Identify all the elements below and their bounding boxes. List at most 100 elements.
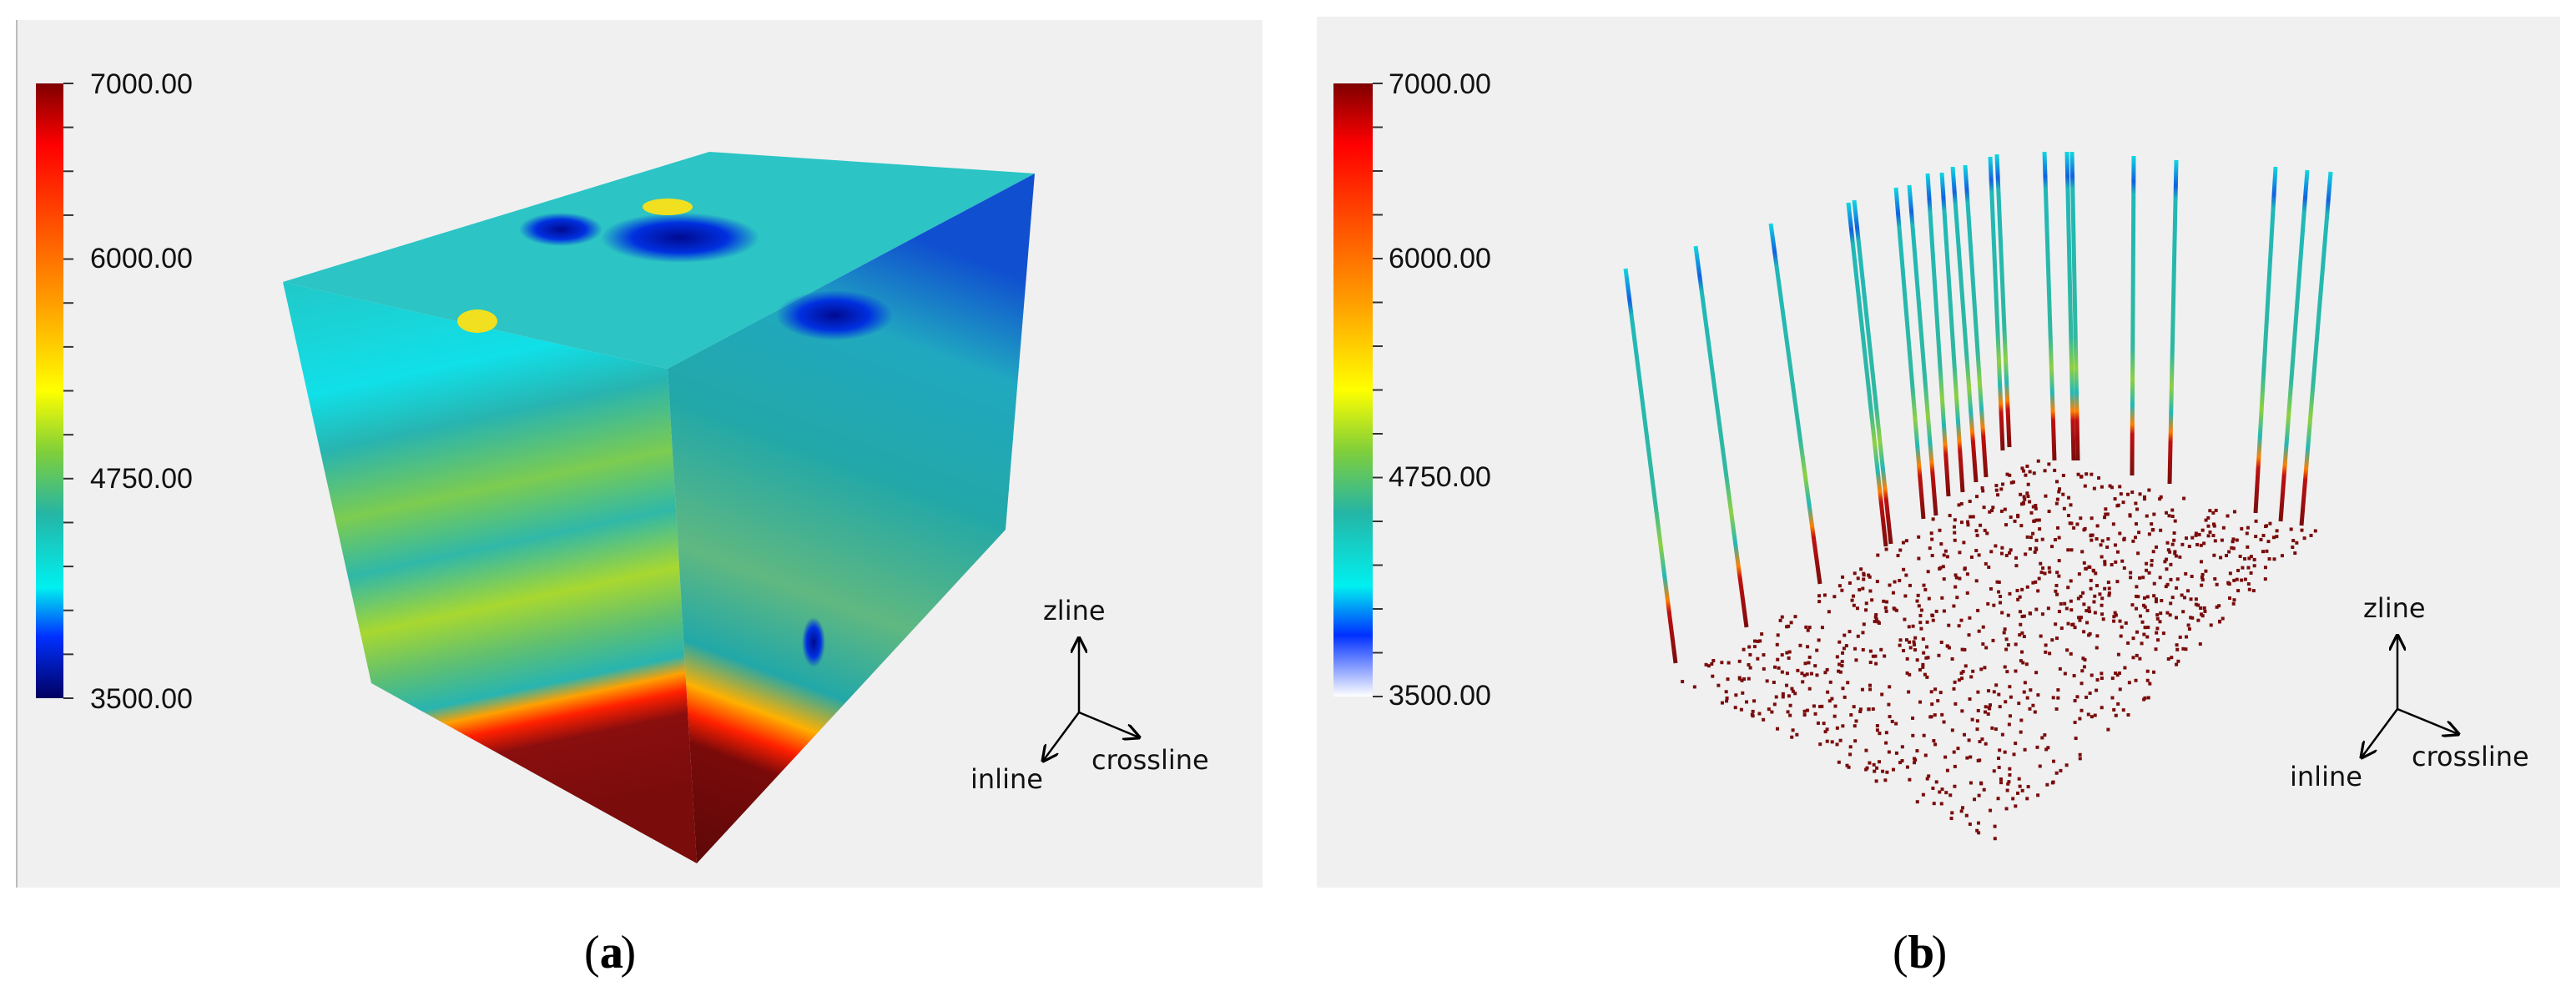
- sample-point: [1898, 643, 1902, 647]
- sample-point: [2025, 797, 2029, 801]
- sample-point: [1984, 705, 1988, 709]
- sample-point: [2066, 621, 2070, 626]
- sample-point: [1915, 658, 1919, 662]
- sample-point: [2155, 616, 2160, 621]
- sample-point: [2022, 635, 2026, 639]
- sample-point: [2090, 533, 2094, 537]
- sample-point: [2026, 495, 2030, 499]
- sample-point: [2086, 712, 2090, 717]
- sample-point: [1750, 712, 1754, 717]
- sample-point: [1931, 786, 1935, 790]
- sample-point: [1780, 670, 1784, 674]
- sample-point: [1868, 649, 1873, 653]
- sample-point: [1919, 626, 1923, 631]
- sample-point: [1874, 612, 1878, 616]
- sample-point: [2100, 706, 2104, 710]
- sample-point: [2105, 512, 2110, 516]
- sample-point: [2158, 497, 2162, 501]
- sample-point: [1913, 636, 1918, 640]
- sample-point: [2064, 763, 2069, 767]
- sample-point: [2079, 475, 2084, 479]
- sample-point: [2170, 508, 2175, 512]
- sample-point: [1985, 531, 1989, 536]
- sample-point: [2056, 526, 2060, 530]
- sample-point: [2039, 634, 2043, 638]
- sample-point: [1832, 595, 1837, 599]
- sample-point: [1858, 588, 1862, 592]
- sample-point: [1891, 767, 1895, 772]
- sample-point: [2072, 674, 2076, 678]
- sample-point: [2069, 521, 2074, 526]
- sample-point: [1975, 719, 1979, 723]
- sample-point: [2082, 528, 2086, 532]
- sample-point: [2028, 611, 2032, 616]
- sample-point: [1999, 551, 2004, 556]
- sample-point: [2206, 524, 2211, 528]
- sample-point: [1921, 792, 1925, 797]
- sample-point: [1854, 658, 1858, 662]
- sample-point: [2249, 555, 2253, 559]
- sample-point: [2246, 566, 2251, 570]
- sample-point: [1884, 609, 1888, 613]
- sample-point: [1752, 645, 1757, 649]
- sample-point: [1922, 733, 1926, 737]
- sample-point: [1777, 666, 1781, 670]
- sample-point: [2115, 580, 2120, 584]
- sample-point: [2051, 696, 2055, 700]
- sample-point: [1939, 802, 1943, 806]
- sample-point: [2112, 615, 2116, 619]
- sample-point: [2199, 606, 2203, 610]
- sample-point: [2022, 469, 2026, 473]
- sample-point: [2145, 608, 2150, 612]
- sample-point: [2134, 678, 2138, 682]
- sample-point: [2129, 571, 2133, 575]
- sample-point: [2100, 539, 2105, 543]
- sample-point: [2069, 548, 2074, 552]
- sample-point: [1952, 750, 1956, 754]
- sample-point: [2079, 516, 2083, 521]
- sample-point: [2014, 742, 2018, 746]
- sample-point: [1710, 661, 1714, 666]
- sample-point: [1751, 709, 1755, 713]
- sample-point: [2031, 703, 2035, 707]
- sample-point: [2186, 589, 2190, 593]
- sample-point: [1908, 583, 1912, 587]
- sample-point: [2116, 503, 2120, 507]
- sample-point: [1870, 598, 1874, 602]
- sample-point: [2212, 524, 2216, 528]
- sample-point: [2017, 777, 2021, 781]
- sample-point: [2238, 554, 2242, 558]
- sample-point: [1827, 699, 1832, 703]
- sample-point: [2107, 593, 2111, 597]
- sample-point: [2073, 721, 2077, 725]
- sample-point: [1806, 645, 1810, 649]
- sample-point: [2032, 519, 2036, 523]
- sample-point: [1911, 733, 1915, 737]
- sample-point: [2107, 586, 2111, 591]
- sample-point: [2004, 647, 2009, 651]
- sample-point: [2093, 594, 2097, 598]
- sample-point: [1997, 692, 2001, 697]
- sample-point: [2055, 497, 2059, 501]
- sample-point: [1882, 599, 1886, 603]
- sample-point: [1905, 656, 1909, 661]
- sample-point: [2078, 757, 2082, 761]
- sample-point: [2135, 594, 2139, 598]
- sample-point: [1999, 595, 2003, 599]
- caption-a-letter: a: [600, 927, 623, 978]
- sample-point: [2152, 670, 2156, 674]
- sample-point: [1812, 704, 1816, 708]
- sample-point: [2100, 612, 2105, 616]
- sample-point: [2034, 607, 2039, 611]
- sample-point: [2267, 557, 2271, 561]
- sample-point: [2008, 685, 2012, 689]
- sample-point: [1785, 672, 1789, 676]
- sample-point: [2100, 485, 2104, 489]
- sample-point: [1932, 739, 1936, 743]
- panel-b: 7000.00 6000.00 4750.00 3500.00 zline cr…: [1317, 17, 2560, 978]
- sample-point: [2221, 526, 2226, 530]
- sample-point: [2180, 542, 2185, 546]
- sample-point: [2054, 771, 2059, 775]
- sample-point: [2034, 538, 2039, 542]
- sample-point: [1902, 567, 1906, 571]
